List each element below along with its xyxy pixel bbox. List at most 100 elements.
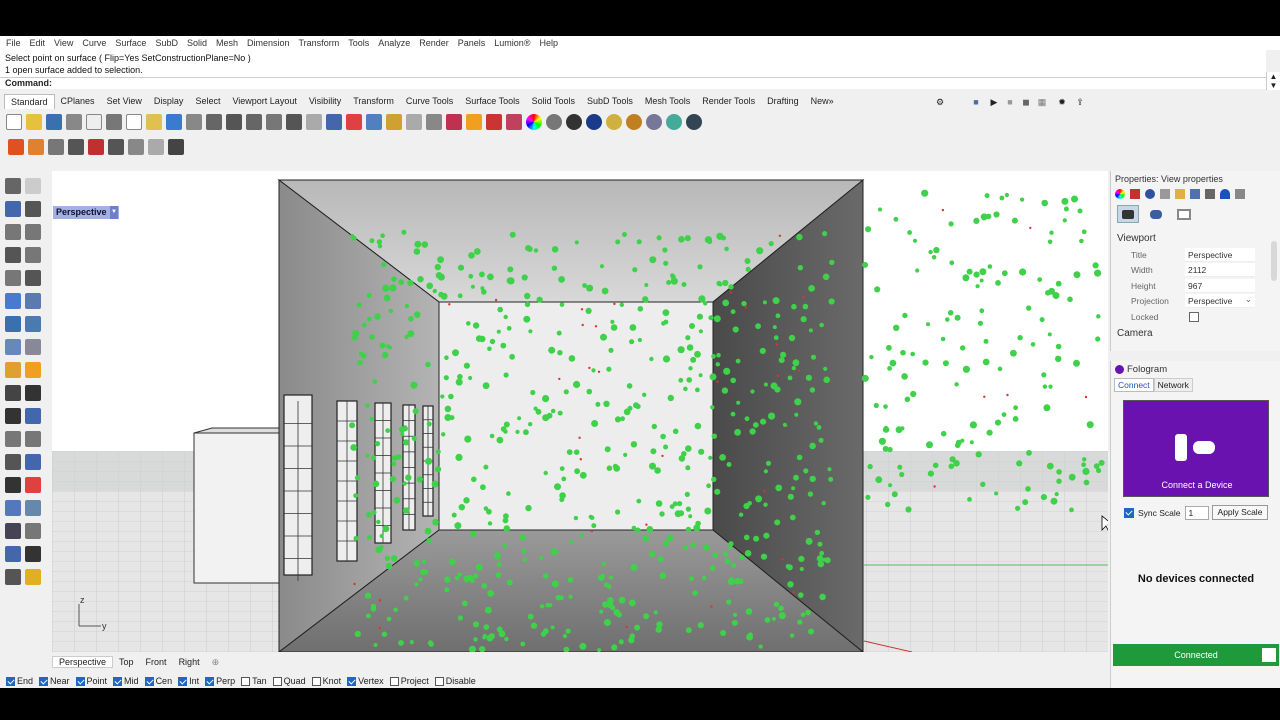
menu-item-panels[interactable]: Panels xyxy=(458,38,486,48)
toolbar-icon[interactable] xyxy=(28,139,44,155)
osnap-checkbox[interactable] xyxy=(178,676,188,686)
left-tool-icon[interactable] xyxy=(5,569,21,585)
tab-cplanes[interactable]: CPlanes xyxy=(55,94,101,109)
tab-mesh-tools[interactable]: Mesh Tools xyxy=(639,94,696,109)
left-tool-icon[interactable] xyxy=(5,431,21,447)
property-value[interactable]: Perspective ⌄ xyxy=(1185,294,1255,309)
material-icon[interactable] xyxy=(1130,189,1140,199)
toolbar-icon[interactable] xyxy=(626,114,642,130)
left-tool-icon[interactable] xyxy=(25,201,41,217)
toolbar-icon[interactable] xyxy=(486,114,502,130)
toolbar-icon[interactable] xyxy=(386,114,402,130)
left-tool-icon[interactable] xyxy=(5,454,21,470)
toolbar-icon[interactable] xyxy=(26,114,42,130)
osnap-tan[interactable]: Tan xyxy=(241,676,267,686)
osnap-vertex[interactable]: Vertex xyxy=(347,676,384,686)
library-icon[interactable] xyxy=(1190,189,1200,199)
toolbar-icon[interactable] xyxy=(106,114,122,130)
left-tool-icon[interactable] xyxy=(5,385,21,401)
camera-icon[interactable] xyxy=(1205,189,1215,199)
left-tool-icon[interactable] xyxy=(5,477,21,493)
left-tool-icon[interactable] xyxy=(25,362,41,378)
lumion-icon[interactable]: ■ xyxy=(970,96,982,108)
menu-item-render[interactable]: Render xyxy=(419,38,449,48)
viewport-camera-icon[interactable] xyxy=(1117,205,1139,223)
plus-icon[interactable]: ⊕ xyxy=(206,657,226,668)
left-tool-icon[interactable] xyxy=(25,224,41,240)
toolbar-icon[interactable] xyxy=(666,114,682,130)
viewport-tab-right[interactable]: Right xyxy=(173,657,206,667)
left-tool-icon[interactable] xyxy=(5,523,21,539)
chevron-down-icon[interactable]: ▼ xyxy=(110,206,118,219)
toolbar-icon[interactable] xyxy=(426,114,442,130)
menu-item-help[interactable]: Help xyxy=(539,38,558,48)
toolbar-icon[interactable] xyxy=(128,139,144,155)
tab-surface-tools[interactable]: Surface Tools xyxy=(459,94,525,109)
left-tool-icon[interactable] xyxy=(25,500,41,516)
left-tool-icon[interactable] xyxy=(5,201,21,217)
toolbar-icon[interactable] xyxy=(186,114,202,130)
osnap-checkbox[interactable] xyxy=(272,676,282,686)
osnap-checkbox[interactable] xyxy=(113,676,123,686)
osnap-checkbox[interactable] xyxy=(6,676,15,686)
osnap-checkbox[interactable] xyxy=(205,676,215,686)
toolbar-icon[interactable] xyxy=(146,114,162,130)
tab-curve-tools[interactable]: Curve Tools xyxy=(400,94,459,109)
sync-scale-checkbox[interactable] xyxy=(1124,507,1134,518)
left-tool-icon[interactable] xyxy=(5,362,21,378)
toolbar-icon[interactable] xyxy=(46,114,62,130)
osnap-point[interactable]: Point xyxy=(75,676,107,686)
export-icon[interactable]: ⇪ xyxy=(1074,96,1086,108)
menu-item-analyze[interactable]: Analyze xyxy=(378,38,410,48)
toolbar-icon[interactable] xyxy=(406,114,422,130)
left-tool-icon[interactable] xyxy=(5,270,21,286)
left-tool-icon[interactable] xyxy=(25,385,41,401)
toolbar-icon[interactable] xyxy=(86,114,102,130)
osnap-project[interactable]: Project xyxy=(389,676,429,686)
osnap-int[interactable]: Int xyxy=(178,676,199,686)
viewport-tab-top[interactable]: Top xyxy=(113,657,140,667)
left-tool-icon[interactable] xyxy=(5,546,21,562)
left-tool-icon[interactable] xyxy=(25,477,41,493)
tab-visibility[interactable]: Visibility xyxy=(303,94,347,109)
left-tool-icon[interactable] xyxy=(5,293,21,309)
connection-indicator[interactable] xyxy=(1262,648,1276,662)
left-tool-icon[interactable] xyxy=(5,316,21,332)
osnap-checkbox[interactable] xyxy=(347,676,357,686)
toolbar-icon[interactable] xyxy=(586,114,602,130)
toolbar-icon[interactable] xyxy=(466,114,482,130)
tab-connect[interactable]: Connect xyxy=(1114,378,1154,392)
tab-new-[interactable]: New» xyxy=(805,94,840,109)
camera-icon[interactable]: ◼ xyxy=(1020,96,1032,108)
menu-item-transform[interactable]: Transform xyxy=(299,38,340,48)
tab-display[interactable]: Display xyxy=(148,94,190,109)
left-tool-icon[interactable] xyxy=(25,431,41,447)
menu-item-lumion[interactable]: Lumion® xyxy=(494,38,530,48)
left-tool-icon[interactable] xyxy=(25,546,41,562)
viewport-tab-front[interactable]: Front xyxy=(140,657,173,667)
toolbar-icon[interactable] xyxy=(606,114,622,130)
notification-icon[interactable] xyxy=(1220,189,1230,199)
left-tool-icon[interactable] xyxy=(5,224,21,240)
toolbar-icon[interactable] xyxy=(168,139,184,155)
tab-set-view[interactable]: Set View xyxy=(101,94,148,109)
tab-select[interactable]: Select xyxy=(189,94,226,109)
locked-checkbox[interactable] xyxy=(1189,311,1199,322)
left-tool-icon[interactable] xyxy=(5,178,21,194)
osnap-checkbox[interactable] xyxy=(241,676,251,686)
toolbar-icon[interactable] xyxy=(546,114,562,130)
toolbar-icon[interactable] xyxy=(686,114,702,130)
left-tool-icon[interactable] xyxy=(25,523,41,539)
settings-icon[interactable]: ✹ xyxy=(1056,96,1068,108)
osnap-knot[interactable]: Knot xyxy=(311,676,341,686)
toolbar-icon[interactable] xyxy=(166,114,182,130)
viewport-tab-perspective[interactable]: Perspective xyxy=(52,656,114,668)
more-icon[interactable] xyxy=(1235,189,1245,199)
tab-solid-tools[interactable]: Solid Tools xyxy=(526,94,581,109)
tab-subd-tools[interactable]: SubD Tools xyxy=(581,94,639,109)
toolbar-icon[interactable] xyxy=(346,114,362,130)
left-tool-icon[interactable] xyxy=(25,178,41,194)
left-tool-icon[interactable] xyxy=(25,454,41,470)
osnap-checkbox[interactable] xyxy=(434,676,444,686)
property-value[interactable]: 967 xyxy=(1185,278,1255,293)
